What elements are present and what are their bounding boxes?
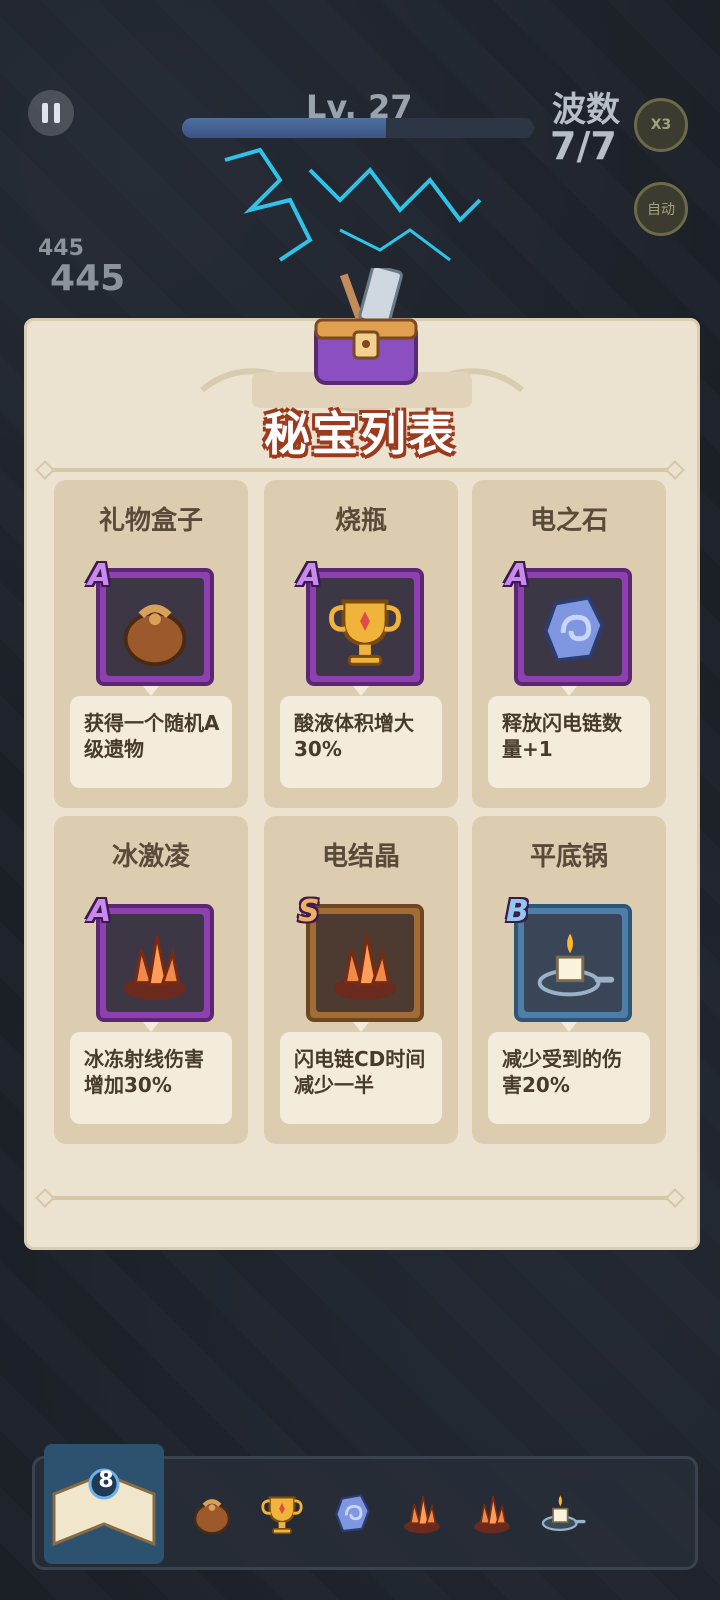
relic-description: 冰冻射线伤害增加30% [84,1047,204,1097]
relic-icon-frame: S [298,894,424,1022]
relic-card[interactable]: 冰激凌 A 冰冻射线伤害增加30% [54,816,248,1144]
spellbook-count: 8 [98,1468,114,1493]
trophy-cup-icon [328,599,402,666]
relic-name: 电之石 [529,506,608,536]
relic-icon-frame: A [298,558,424,686]
treasure-chest-icon [314,268,418,385]
relic-icon-frame: A [506,558,632,686]
relic-description: 获得一个随机A级遗物 [84,711,220,761]
relic-card[interactable]: 电结晶 S 闪电链CD时间减少一半 [264,816,458,1144]
crystal-cluster-icon [333,935,397,1001]
relic-description-box: 冰冻射线伤害增加30% [70,1032,232,1124]
relic-icon-frame: B [506,894,632,1022]
relic-grade-badge: B [506,894,529,929]
tooltip-pointer [353,1022,369,1032]
candle-pan-icon [537,933,615,997]
candle-pan-icon [541,1495,586,1532]
level-progress-bar [182,118,534,138]
damage-number-large: 445 [50,258,126,299]
crystal-cluster-icon [474,1496,510,1534]
relic-card[interactable]: 烧瓶 A 酸液体积增大30% [264,480,458,808]
relic-card[interactable]: 礼物盒子 A 获得一个随机A级遗物 [54,480,248,808]
relic-slot[interactable] [184,1484,240,1540]
relic-description-box: 闪电链CD时间减少一半 [280,1032,442,1124]
top-divider [44,468,676,472]
relic-slot[interactable] [324,1484,380,1540]
relic-description-box: 释放闪电链数量+1 [488,696,650,788]
open-book-icon [52,1468,156,1547]
tooltip-pointer [561,686,577,696]
level-progress-fill [182,118,387,138]
loot-bag-icon [194,1499,230,1535]
relic-grade-badge: S [298,894,320,929]
loot-bag-icon [123,604,187,667]
pause-icon [42,103,48,123]
relic-slot[interactable] [254,1484,310,1540]
crystal-cluster-icon [404,1496,440,1534]
relic-slot[interactable] [534,1484,590,1540]
tooltip-pointer [561,1022,577,1032]
tooltip-pointer [143,686,159,696]
tooltip-pointer [143,1022,159,1032]
relic-description: 减少受到的伤害20% [502,1047,622,1097]
relic-description-box: 减少受到的伤害20% [488,1032,650,1124]
relic-name: 冰激凌 [111,842,190,872]
relic-name: 烧瓶 [334,506,387,536]
relic-name: 礼物盒子 [98,506,203,536]
relic-description-box: 获得一个随机A级遗物 [70,696,232,788]
relic-description: 酸液体积增大30% [294,711,414,761]
relic-grade-badge: A [88,894,112,929]
tooltip-pointer [353,686,369,696]
relic-slot[interactable] [394,1484,450,1540]
relic-name: 平底锅 [529,842,608,872]
relic-icon-frame: A [88,558,214,686]
relic-card[interactable]: 电之石 A 释放闪电链数量+1 [472,480,666,808]
relic-grade-badge: A [506,558,530,593]
rune-stone-icon [335,1493,371,1533]
rune-stone-icon [543,595,605,663]
wave-counter: 7/7 [550,124,617,168]
relic-description-box: 酸液体积增大30% [280,696,442,788]
relic-name: 电结晶 [321,842,400,872]
trophy-cup-icon [261,1496,303,1535]
speed-toggle-button[interactable]: X3 [634,98,688,152]
relic-slot[interactable] [464,1484,520,1540]
relic-description: 释放闪电链数量+1 [502,711,622,761]
relic-icon-frame: A [88,894,214,1022]
bottom-divider [44,1196,676,1200]
relic-card[interactable]: 平底锅 B 减少受到的伤害20% [472,816,666,1144]
auto-toggle-button[interactable]: 自动 [634,182,688,236]
relic-grade-badge: A [298,558,322,593]
spellbook-button[interactable] [44,1444,164,1564]
panel-title: 秘宝列表 [264,407,456,461]
pause-button[interactable] [28,90,74,136]
crystal-cluster-icon [123,935,187,1001]
relic-description: 闪电链CD时间减少一半 [294,1047,426,1097]
relic-grade-badge: A [88,558,112,593]
